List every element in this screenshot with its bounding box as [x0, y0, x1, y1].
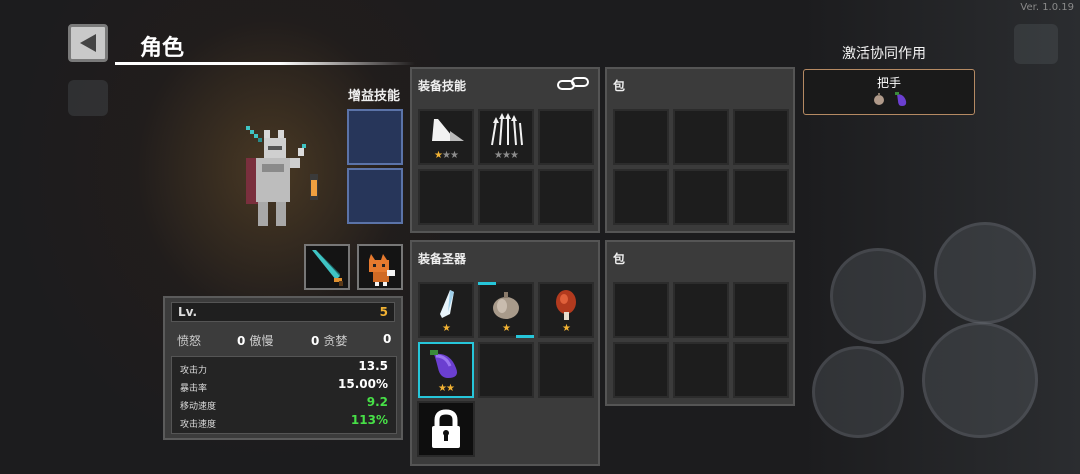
- skill-slot-2[interactable]: ★★★: [478, 109, 534, 165]
- bag-slot[interactable]: [733, 282, 789, 338]
- attr-value: 15.00%: [338, 377, 388, 391]
- garlic-icon: [493, 292, 519, 319]
- buff-slot-1[interactable]: [347, 109, 403, 165]
- synergy-name: 把手: [876, 76, 901, 90]
- bag-title-top: 包: [613, 79, 626, 93]
- hero-sprite: [236, 118, 326, 237]
- locked-relic-slot[interactable]: [417, 401, 475, 457]
- buff-skills-label: 增益技能: [348, 89, 401, 104]
- attr-value: 13.5: [358, 359, 388, 373]
- attr-label: 攻击力: [180, 366, 208, 376]
- bag-slot[interactable]: [673, 169, 729, 225]
- bag-slot[interactable]: [733, 342, 789, 398]
- synergy-title: 激活协同作用: [842, 46, 926, 62]
- blade-slash-icon: [432, 119, 464, 141]
- bag-slot[interactable]: [613, 342, 669, 398]
- ghost-skill-icon: [812, 346, 904, 438]
- sin-pride: 0 傲慢: [237, 332, 273, 349]
- skill-slot-4[interactable]: [418, 169, 474, 225]
- bag-slot[interactable]: [673, 109, 729, 165]
- ghost-menu-icon: [1014, 24, 1058, 64]
- synergy-card[interactable]: 把手: [803, 69, 975, 115]
- relic-slot-4[interactable]: ★★: [418, 342, 474, 398]
- skill-slot-1[interactable]: ★★★: [418, 109, 474, 165]
- skill-slot-5[interactable]: [478, 169, 534, 225]
- attr-label: 移动速度: [180, 402, 217, 412]
- sin-label: 愤怒: [177, 334, 202, 348]
- eggplant-icon: [430, 350, 457, 378]
- sin-wrath-value: 0: [383, 332, 395, 346]
- lock-icon: [432, 409, 460, 448]
- fox-pet-icon: [369, 254, 395, 286]
- attributes-box: 攻击力 13.5 暴击率 15.00% 移动速度 9.2 攻击速度 113%: [171, 356, 397, 434]
- ghost-dash-icon: [830, 248, 926, 344]
- meat-icon: [556, 290, 576, 320]
- relic-slot-2[interactable]: ★: [478, 282, 534, 338]
- sin-value: 0: [237, 334, 246, 348]
- skill-slot-6[interactable]: [538, 169, 594, 225]
- weapon-slot-sword[interactable]: [304, 244, 350, 290]
- ghost-map-icon: [68, 80, 108, 116]
- sin-value: 0: [383, 332, 392, 346]
- attr-label: 暴击率: [180, 384, 208, 394]
- attr-value: 113%: [350, 413, 388, 427]
- back-arrow-icon: [80, 34, 96, 52]
- attr-label: 攻击速度: [180, 420, 217, 430]
- title-underline: [115, 62, 415, 65]
- sin-label: 傲慢: [249, 334, 274, 348]
- equip-skills-title: 装备技能: [418, 79, 467, 93]
- level-label: Lv.: [178, 305, 198, 319]
- bag-slot[interactable]: [733, 169, 789, 225]
- sin-wrath: 愤怒: [177, 332, 201, 349]
- bag-panel-skills: 包: [605, 67, 795, 233]
- relic-slot-5[interactable]: [478, 342, 534, 398]
- bag-slot[interactable]: [613, 282, 669, 338]
- level-row: Lv. 5: [171, 302, 395, 322]
- back-button[interactable]: [68, 24, 108, 62]
- ghost-door-icon: [922, 322, 1038, 438]
- equip-relics-title: 装备圣器: [418, 252, 467, 266]
- ghost-attack-icon: [934, 222, 1036, 324]
- skill-slot-3[interactable]: [538, 109, 594, 165]
- link-chain-icon[interactable]: [556, 75, 590, 97]
- attr-value: 9.2: [366, 395, 388, 409]
- bag-slot[interactable]: [613, 169, 669, 225]
- relic-slot-3[interactable]: ★: [538, 282, 594, 338]
- sin-value: 0: [311, 334, 320, 348]
- relic-slot-1[interactable]: ★: [418, 282, 474, 338]
- stats-panel: Lv. 5 愤怒 0 傲慢 0 贪婪 0 攻击力 13.5 暴击率 15.00% 移…: [163, 296, 403, 440]
- relic-slot-6[interactable]: [538, 342, 594, 398]
- attr-crit: 暴击率 15.00%: [180, 377, 388, 397]
- bag-slot[interactable]: [673, 342, 729, 398]
- bag-slot[interactable]: [673, 282, 729, 338]
- equip-skills-panel: 装备技能 ★★★ ★★★: [410, 67, 600, 233]
- pet-slot-fox[interactable]: [357, 244, 403, 290]
- version-label: Ver. 1.0.19: [1020, 2, 1074, 13]
- bag-title-bottom: 包: [613, 252, 626, 266]
- attr-attack-speed: 攻击速度 113%: [180, 413, 388, 433]
- bag-slot[interactable]: [733, 109, 789, 165]
- sin-greed: 0 贪婪: [311, 332, 347, 349]
- garlic-icon: [874, 93, 884, 105]
- ice-shard-icon: [440, 290, 454, 318]
- bag-slot[interactable]: [613, 109, 669, 165]
- eggplant-icon: [895, 92, 907, 106]
- buff-slot-2[interactable]: [347, 168, 403, 224]
- page-title: 角色: [140, 36, 185, 61]
- bag-panel-relics: 包: [605, 240, 795, 406]
- sin-label: 贪婪: [323, 334, 348, 348]
- arrow-volley-icon: [491, 113, 523, 146]
- greatsword-icon: [312, 250, 343, 286]
- level-value: 5: [379, 305, 388, 319]
